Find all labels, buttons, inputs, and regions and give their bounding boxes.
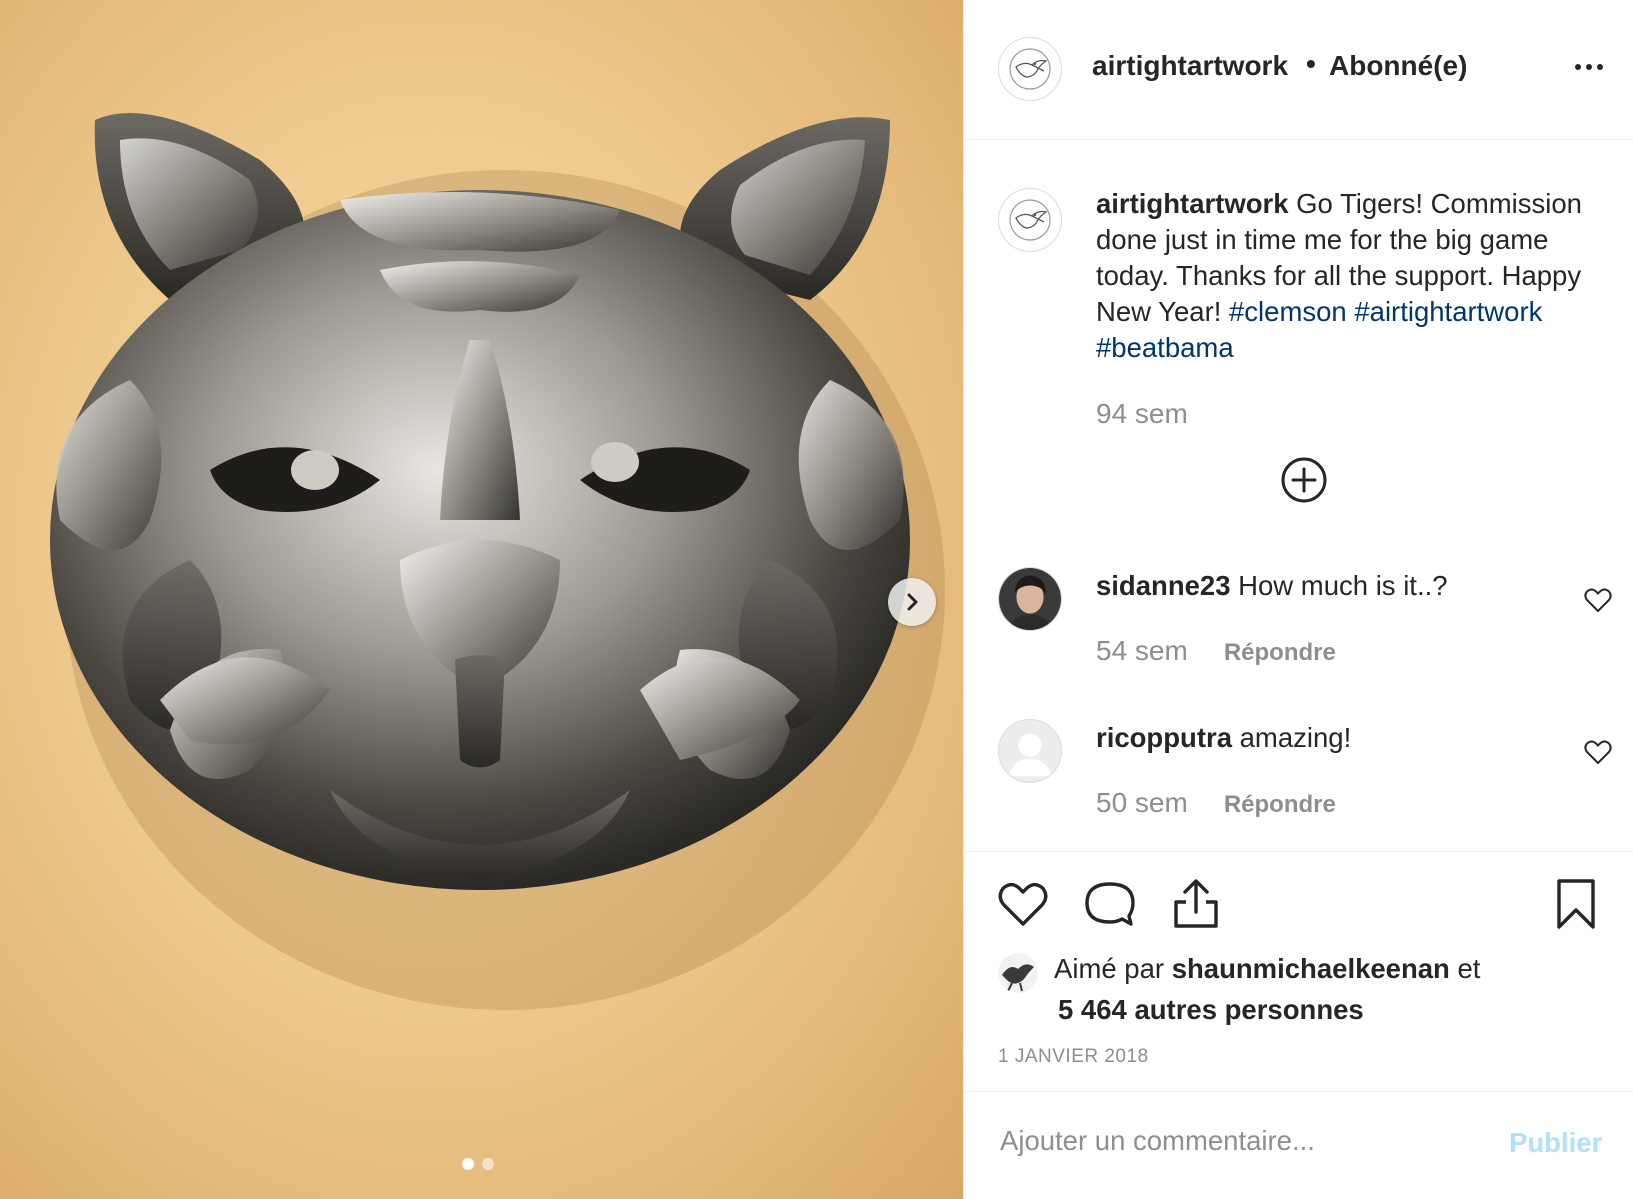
hummingbird-logo-icon	[1009, 48, 1051, 90]
default-user-icon	[1008, 733, 1052, 777]
next-slide-button[interactable]	[888, 578, 936, 626]
hashtag-link[interactable]: #clemson	[1229, 296, 1347, 327]
post-media[interactable]	[0, 0, 963, 1199]
likes-summary: Aimé par shaunmichaelkeenan et 5 464 aut…	[1054, 948, 1594, 1030]
comment-text: amazing!	[1239, 722, 1352, 753]
user-photo-icon	[999, 568, 1061, 630]
post-caption: airtightartwork Go Tigers! Commission do…	[1096, 186, 1611, 366]
comment-meta: 50 sem Répondre	[1096, 787, 1336, 819]
instagram-post: airtightartwork • Abonné(e) airtightartw…	[0, 0, 1633, 1199]
divider	[964, 851, 1633, 852]
heart-icon[interactable]	[1584, 587, 1612, 613]
comment-meta: 54 sem Répondre	[1096, 635, 1336, 667]
reply-button[interactable]: Répondre	[1224, 639, 1336, 667]
more-options-button[interactable]	[1564, 52, 1614, 82]
bird-art-icon	[998, 953, 1038, 993]
caption-timestamp[interactable]: 94 sem	[1096, 398, 1188, 430]
comment-text: How much is it..?	[1238, 570, 1448, 601]
comment-timestamp[interactable]: 54 sem	[1096, 635, 1188, 667]
carousel-indicator	[462, 1158, 494, 1170]
post-header: airtightartwork • Abonné(e)	[964, 0, 1633, 140]
more-dot	[1586, 64, 1592, 70]
comment-bubble-icon[interactable]	[1084, 878, 1136, 930]
carousel-dot	[482, 1158, 494, 1170]
likes-conjunction: et	[1457, 953, 1481, 984]
header-separator: •	[1306, 48, 1316, 79]
caption-author-avatar[interactable]	[998, 188, 1062, 252]
share-upload-icon[interactable]	[1170, 878, 1222, 930]
comment-username[interactable]: sidanne23	[1096, 570, 1231, 601]
tiger-sculpture-image	[50, 113, 945, 1010]
more-dot	[1597, 64, 1603, 70]
comment-body: sidanne23 How much is it..?	[1096, 570, 1448, 602]
post-date[interactable]: 1 JANVIER 2018	[998, 1046, 1149, 1068]
add-comment-input[interactable]	[1000, 1125, 1480, 1157]
comment-body: ricopputra amazing!	[1096, 722, 1351, 754]
divider	[964, 1091, 1633, 1092]
heart-icon[interactable]	[997, 878, 1049, 930]
liker-username[interactable]: shaunmichaelkeenan	[1172, 953, 1450, 984]
reply-button[interactable]: Répondre	[1224, 791, 1336, 819]
hashtag-link[interactable]: #beatbama	[1096, 332, 1234, 363]
plus-circle-icon[interactable]	[1279, 455, 1329, 505]
post-details-panel: airtightartwork • Abonné(e) airtightartw…	[963, 0, 1633, 1199]
hummingbird-logo-icon	[1009, 199, 1051, 241]
liker-avatar[interactable]	[998, 953, 1038, 993]
carousel-dot-active	[462, 1158, 474, 1170]
heart-icon[interactable]	[1584, 739, 1612, 765]
author-username[interactable]: airtightartwork	[1092, 50, 1288, 82]
author-avatar[interactable]	[998, 37, 1062, 101]
bookmark-icon[interactable]	[1550, 878, 1602, 930]
chevron-right-icon	[907, 593, 918, 611]
likes-prefix: Aimé par	[1054, 953, 1165, 984]
hashtag-link[interactable]: #airtightartwork	[1354, 296, 1542, 327]
publish-button[interactable]: Publier	[1509, 1127, 1602, 1159]
comment-timestamp[interactable]: 50 sem	[1096, 787, 1188, 819]
caption-username[interactable]: airtightartwork	[1096, 188, 1289, 219]
follow-status[interactable]: Abonné(e)	[1329, 50, 1467, 82]
likes-others-link[interactable]: 5 464 autres personnes	[1054, 994, 1364, 1025]
more-horizontal-icon	[1575, 64, 1581, 70]
comment-username[interactable]: ricopputra	[1096, 722, 1232, 753]
commenter-avatar[interactable]	[998, 567, 1062, 631]
commenter-avatar[interactable]	[998, 719, 1062, 783]
